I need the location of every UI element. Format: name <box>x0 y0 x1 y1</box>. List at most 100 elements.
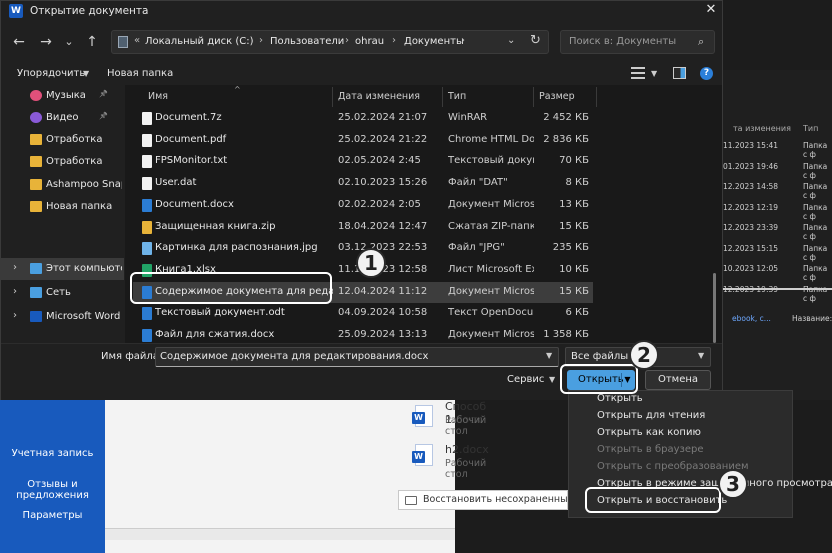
open-menu-item: Открыть в браузере <box>597 444 704 455</box>
column-header-size[interactable]: Размер <box>539 91 575 102</box>
breadcrumb-documents[interactable]: Документы <box>404 36 464 47</box>
back-arrow-icon[interactable]: ← <box>9 32 29 52</box>
breadcrumb-separator[interactable]: › <box>345 35 349 46</box>
open-menu-item[interactable]: Открыть для чтения <box>597 410 705 421</box>
file-size: 1 358 КБ <box>543 329 589 340</box>
nav-item[interactable]: Отработка <box>1 129 124 151</box>
file-type: WinRAR <box>448 112 488 123</box>
forward-arrow-icon[interactable]: → <box>36 32 56 52</box>
file-size: 70 КБ <box>559 155 589 167</box>
image-icon <box>142 242 152 256</box>
breadcrumb-separator[interactable]: › <box>259 35 263 46</box>
nav-item[interactable]: Музыка 📌 <box>1 85 124 107</box>
nav-item[interactable]: › Сеть <box>1 282 124 304</box>
open-menu-item[interactable]: Открыть <box>597 393 643 404</box>
recent-doc-location: Рабочий стол <box>445 415 487 437</box>
restore-unsaved-button[interactable]: Восстановить несохраненные доку... <box>398 490 568 510</box>
feedback-menu-item[interactable]: Отзывы и предложения <box>0 479 105 501</box>
bg-folder-type: Папка с ф <box>803 264 828 282</box>
preview-pane-icon[interactable] <box>673 67 686 79</box>
file-type: Лист Microsoft Ex... <box>448 263 534 275</box>
nav-item-label: Отработка <box>46 156 103 167</box>
zip-icon <box>142 220 152 234</box>
chevron-down-icon[interactable]: ▼ <box>698 351 704 360</box>
file-row[interactable]: Защищенная книга.zip 18.04.2024 12:47 Сжат… <box>133 217 593 238</box>
column-divider[interactable] <box>596 87 597 107</box>
chevron-down-icon[interactable]: ⌄ <box>507 35 515 46</box>
file-row[interactable]: User.dat 02.10.2023 15:26 Файл "DAT" 8 КБ <box>133 173 593 194</box>
file-size: 15 КБ <box>559 220 589 232</box>
filename-input[interactable]: Содержимое документа для редактирования.… <box>155 347 559 367</box>
pin-icon: 📌 <box>99 90 108 98</box>
expand-chevron-icon[interactable]: › <box>13 262 17 273</box>
step-badge-2: 2 <box>629 340 659 370</box>
file-row[interactable]: Текстовый документ.odt 04.09.2024 10:58 Те… <box>133 303 593 324</box>
file-name: User.dat <box>155 177 197 189</box>
breadcrumb-overflow[interactable]: « <box>134 35 140 46</box>
options-menu-item[interactable]: Параметры <box>0 510 105 521</box>
chevron-down-icon[interactable]: ▼ <box>83 69 89 78</box>
cancel-button[interactable]: Отмена <box>645 370 711 390</box>
file-row[interactable]: Document.7z 25.02.2024 21:07 WinRAR 2 452 К… <box>133 108 593 129</box>
file-row[interactable]: FPSMonitor.txt 02.05.2024 2:45 Текстовый д… <box>133 151 593 172</box>
file-date: 11.12.2023 12:58 <box>338 263 428 275</box>
nav-item[interactable]: › Microsoft Word <box>1 306 124 328</box>
dialog-titlebar[interactable]: W Открытие документа ✕ <box>1 1 722 21</box>
recent-doc-name[interactable]: h2.docx <box>445 443 489 456</box>
file-row[interactable]: Document.pdf 25.02.2024 21:22 Chrome HTML … <box>133 130 593 151</box>
breadcrumb-users[interactable]: Пользователи <box>270 36 344 47</box>
filename-value: Содержимое документа для редактирования.… <box>160 351 429 362</box>
file-type: Документ Micros... <box>448 329 534 340</box>
file-row[interactable]: Document.docx 02.02.2024 2:05 Документ Mic… <box>133 195 593 216</box>
search-icon: ⌕ <box>698 35 705 48</box>
account-menu-item[interactable]: Учетная запись <box>0 448 105 459</box>
new-folder-button[interactable]: Новая папка <box>107 68 173 79</box>
nav-item-label: Ashampoo Snap <box>46 179 122 190</box>
bg-folder-row: 12.2023 12:19 Папка с ф <box>723 199 832 221</box>
column-header-name[interactable]: Имя <box>148 91 168 102</box>
expand-chevron-icon[interactable]: › <box>13 310 17 321</box>
chevron-down-icon[interactable]: ▼ <box>546 351 552 360</box>
chevron-down-icon[interactable]: ▼ <box>549 375 555 384</box>
help-icon[interactable]: ? <box>700 67 713 80</box>
nav-item[interactable]: › Этот компьютер <box>1 258 124 280</box>
close-button[interactable]: ✕ <box>701 2 721 20</box>
column-divider[interactable] <box>332 87 333 107</box>
file-name: Файл для сжатия.docx <box>155 329 275 340</box>
bg-folder-row: 01.2023 19:46 Папка с ф <box>723 158 832 180</box>
nav-item[interactable]: Видео 📌 <box>1 107 124 129</box>
file-name: Document.docx <box>155 198 234 210</box>
column-divider[interactable] <box>442 87 443 107</box>
expand-chevron-icon[interactable]: › <box>13 286 17 297</box>
horizontal-scrollbar[interactable] <box>105 528 455 540</box>
nav-item[interactable]: Новая папка <box>1 196 124 218</box>
tools-menu[interactable]: Сервис <box>507 374 544 385</box>
chevron-down-icon[interactable]: ▼ <box>651 69 657 78</box>
pin-icon: 📌 <box>99 112 108 120</box>
bg-folder-type: Папка с ф <box>803 202 828 221</box>
file-type: Документ Micros... <box>448 285 534 297</box>
file-name: Защищенная книга.zip <box>155 220 276 232</box>
address-bar[interactable]: « Локальный диск (C:) › Пользователи › o… <box>111 30 549 54</box>
nav-item[interactable]: Отработка <box>1 151 124 173</box>
up-arrow-icon[interactable]: ↑ <box>82 32 102 52</box>
organize-menu[interactable]: Упорядочить <box>17 68 85 79</box>
search-input[interactable]: Поиск в: Документы ⌕ <box>560 30 715 54</box>
column-header-date[interactable]: Дата изменения <box>338 91 420 102</box>
breadcrumb-separator[interactable]: › <box>461 35 465 46</box>
recent-locations-chevron-icon[interactable]: ⌄ <box>59 32 79 52</box>
view-options-icon[interactable] <box>631 67 645 79</box>
folder-icon <box>30 179 42 190</box>
nav-item[interactable]: Ashampoo Snap <box>1 174 124 196</box>
breadcrumb-drive[interactable]: Локальный диск (C:) <box>145 36 254 47</box>
column-divider[interactable] <box>533 87 534 107</box>
refresh-icon[interactable]: ↻ <box>530 33 541 48</box>
breadcrumb-separator[interactable]: › <box>392 35 396 46</box>
filename-label: Имя файла: <box>101 351 163 362</box>
odt-icon <box>142 307 152 321</box>
breadcrumb-user[interactable]: ohrau <box>355 36 384 47</box>
open-menu-item[interactable]: Открыть как копию <box>597 427 701 438</box>
column-header-type[interactable]: Тип <box>448 91 466 102</box>
vertical-scrollbar[interactable] <box>713 273 716 343</box>
file-size: 10 КБ <box>559 263 589 275</box>
